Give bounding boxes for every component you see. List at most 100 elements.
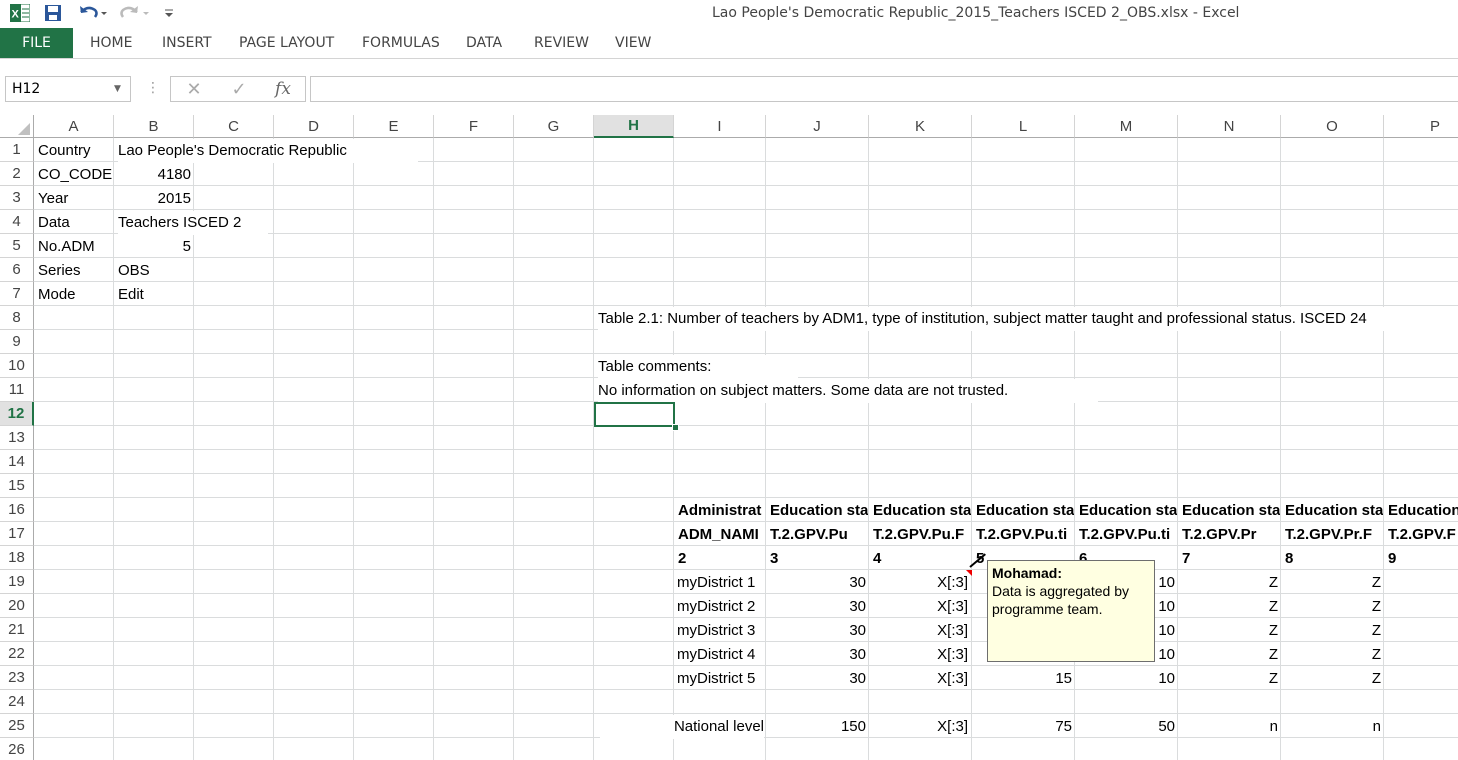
district-name[interactable]: myDistrict 5 bbox=[677, 667, 765, 691]
cell-b1[interactable]: Lao People's Democratic Republic bbox=[118, 139, 418, 163]
column-header-l[interactable]: L bbox=[972, 115, 1075, 138]
row-header-10[interactable]: 10 bbox=[0, 354, 34, 378]
tab-review[interactable]: REVIEW bbox=[534, 28, 589, 58]
header-cell[interactable]: 9 bbox=[1388, 547, 1458, 571]
data-cell[interactable]: Z bbox=[1178, 571, 1278, 595]
row-header-9[interactable]: 9 bbox=[0, 330, 34, 354]
header-cell[interactable]: Administrat bbox=[678, 499, 765, 523]
header-cell[interactable]: Education sta bbox=[1285, 499, 1383, 523]
cell-a3[interactable]: Year bbox=[38, 187, 112, 211]
column-header-a[interactable]: A bbox=[34, 115, 114, 138]
cell-b4[interactable]: Teachers ISCED 2 bbox=[118, 211, 268, 235]
row-header-13[interactable]: 13 bbox=[0, 426, 34, 450]
name-box[interactable]: H12 bbox=[5, 76, 131, 102]
column-header-p[interactable]: P bbox=[1384, 115, 1458, 138]
table-title[interactable]: Table 2.1: Number of teachers by ADM1, t… bbox=[598, 307, 1458, 331]
data-cell[interactable]: n bbox=[1178, 715, 1278, 739]
header-cell[interactable]: ADM_NAMI bbox=[678, 523, 765, 547]
column-header-g[interactable]: G bbox=[514, 115, 594, 138]
row-header-24[interactable]: 24 bbox=[0, 690, 34, 714]
cell-b6[interactable]: OBS bbox=[118, 259, 192, 283]
tab-page-layout[interactable]: PAGE LAYOUT bbox=[239, 28, 334, 58]
data-cell[interactable]: Z bbox=[1281, 643, 1381, 667]
data-cell[interactable]: 10 bbox=[1075, 667, 1175, 691]
column-header-h[interactable]: H bbox=[594, 115, 674, 138]
data-cell[interactable]: Z bbox=[1281, 595, 1381, 619]
data-cell[interactable]: 30 bbox=[766, 571, 866, 595]
header-cell[interactable]: T.2.GPV.F bbox=[1388, 523, 1458, 547]
cell-a7[interactable]: Mode bbox=[38, 283, 112, 307]
data-cell[interactable]: X[:3] bbox=[869, 571, 968, 595]
column-header-k[interactable]: K bbox=[869, 115, 972, 138]
comment-indicator-icon[interactable] bbox=[966, 570, 972, 576]
data-cell[interactable]: 30 bbox=[766, 643, 866, 667]
column-header-d[interactable]: D bbox=[274, 115, 354, 138]
data-cell[interactable]: X[:3] bbox=[869, 715, 968, 739]
row-header-19[interactable]: 19 bbox=[0, 570, 34, 594]
column-header-e[interactable]: E bbox=[354, 115, 434, 138]
formula-input[interactable] bbox=[310, 76, 1458, 102]
header-cell[interactable]: T.2.GPV.Pu.F bbox=[873, 523, 971, 547]
tab-formulas[interactable]: FORMULAS bbox=[362, 28, 440, 58]
header-cell[interactable]: T.2.GPV.Pu.ti bbox=[1079, 523, 1177, 547]
row-header-14[interactable]: 14 bbox=[0, 450, 34, 474]
data-cell[interactable]: Z bbox=[1281, 619, 1381, 643]
cell-a5[interactable]: No.ADM bbox=[38, 235, 112, 259]
header-cell[interactable]: Education sta bbox=[1079, 499, 1177, 523]
cell-a2[interactable]: CO_CODE bbox=[38, 163, 112, 187]
header-cell[interactable]: 8 bbox=[1285, 547, 1383, 571]
enter-icon[interactable]: ✓ bbox=[225, 78, 253, 100]
row-header-23[interactable]: 23 bbox=[0, 666, 34, 690]
header-cell[interactable]: Education sta bbox=[1182, 499, 1280, 523]
chevron-down-icon[interactable]: ▼ bbox=[114, 84, 121, 94]
tab-home[interactable]: HOME bbox=[90, 28, 132, 58]
column-header-b[interactable]: B bbox=[114, 115, 194, 138]
data-cell[interactable]: X[:3] bbox=[869, 619, 968, 643]
row-header-8[interactable]: 8 bbox=[0, 306, 34, 330]
row-header-12[interactable]: 12 bbox=[0, 402, 34, 426]
row-header-1[interactable]: 1 bbox=[0, 138, 34, 162]
column-header-o[interactable]: O bbox=[1281, 115, 1384, 138]
select-all-corner[interactable] bbox=[0, 115, 34, 138]
data-cell[interactable]: n bbox=[1281, 715, 1381, 739]
tab-file[interactable]: FILE bbox=[0, 28, 73, 58]
column-header-c[interactable]: C bbox=[194, 115, 274, 138]
header-cell[interactable]: T.2.GPV.Pr.F bbox=[1285, 523, 1383, 547]
row-header-21[interactable]: 21 bbox=[0, 618, 34, 642]
cell-a6[interactable]: Series bbox=[38, 259, 112, 283]
header-cell[interactable]: T.2.GPV.Pu.ti bbox=[976, 523, 1074, 547]
cell-b2[interactable]: 4180 bbox=[114, 163, 191, 187]
row-header-22[interactable]: 22 bbox=[0, 642, 34, 666]
header-cell[interactable]: 7 bbox=[1182, 547, 1280, 571]
data-cell[interactable]: 30 bbox=[766, 667, 866, 691]
data-cell[interactable]: Z bbox=[1178, 643, 1278, 667]
header-cell[interactable]: 4 bbox=[873, 547, 971, 571]
data-cell[interactable]: 30 bbox=[766, 619, 866, 643]
row-header-7[interactable]: 7 bbox=[0, 282, 34, 306]
data-cell[interactable]: Z bbox=[1281, 571, 1381, 595]
data-cell[interactable]: X[:3] bbox=[869, 595, 968, 619]
cell-a1[interactable]: Country bbox=[38, 139, 112, 163]
row-header-5[interactable]: 5 bbox=[0, 234, 34, 258]
column-header-n[interactable]: N bbox=[1178, 115, 1281, 138]
header-cell[interactable]: 2 bbox=[678, 547, 765, 571]
row-header-17[interactable]: 17 bbox=[0, 522, 34, 546]
row-header-26[interactable]: 26 bbox=[0, 738, 34, 760]
fill-handle[interactable] bbox=[672, 424, 679, 431]
column-header-f[interactable]: F bbox=[434, 115, 514, 138]
header-cell[interactable]: T.2.GPV.Pu bbox=[770, 523, 868, 547]
data-cell[interactable]: 50 bbox=[1075, 715, 1175, 739]
data-cell[interactable]: Z bbox=[1178, 619, 1278, 643]
column-header-m[interactable]: M bbox=[1075, 115, 1178, 138]
row-header-15[interactable]: 15 bbox=[0, 474, 34, 498]
data-cell[interactable]: Z bbox=[1178, 667, 1278, 691]
insert-function-icon[interactable]: fx bbox=[268, 78, 298, 100]
row-header-11[interactable]: 11 bbox=[0, 378, 34, 402]
district-name[interactable]: myDistrict 3 bbox=[677, 619, 765, 643]
table-comments-label[interactable]: Table comments: bbox=[598, 355, 798, 379]
row-header-4[interactable]: 4 bbox=[0, 210, 34, 234]
cell-a4[interactable]: Data bbox=[38, 211, 112, 235]
district-name[interactable]: myDistrict 2 bbox=[677, 595, 765, 619]
table-comments[interactable]: No information on subject matters. Some … bbox=[598, 379, 1098, 403]
row-header-2[interactable]: 2 bbox=[0, 162, 34, 186]
